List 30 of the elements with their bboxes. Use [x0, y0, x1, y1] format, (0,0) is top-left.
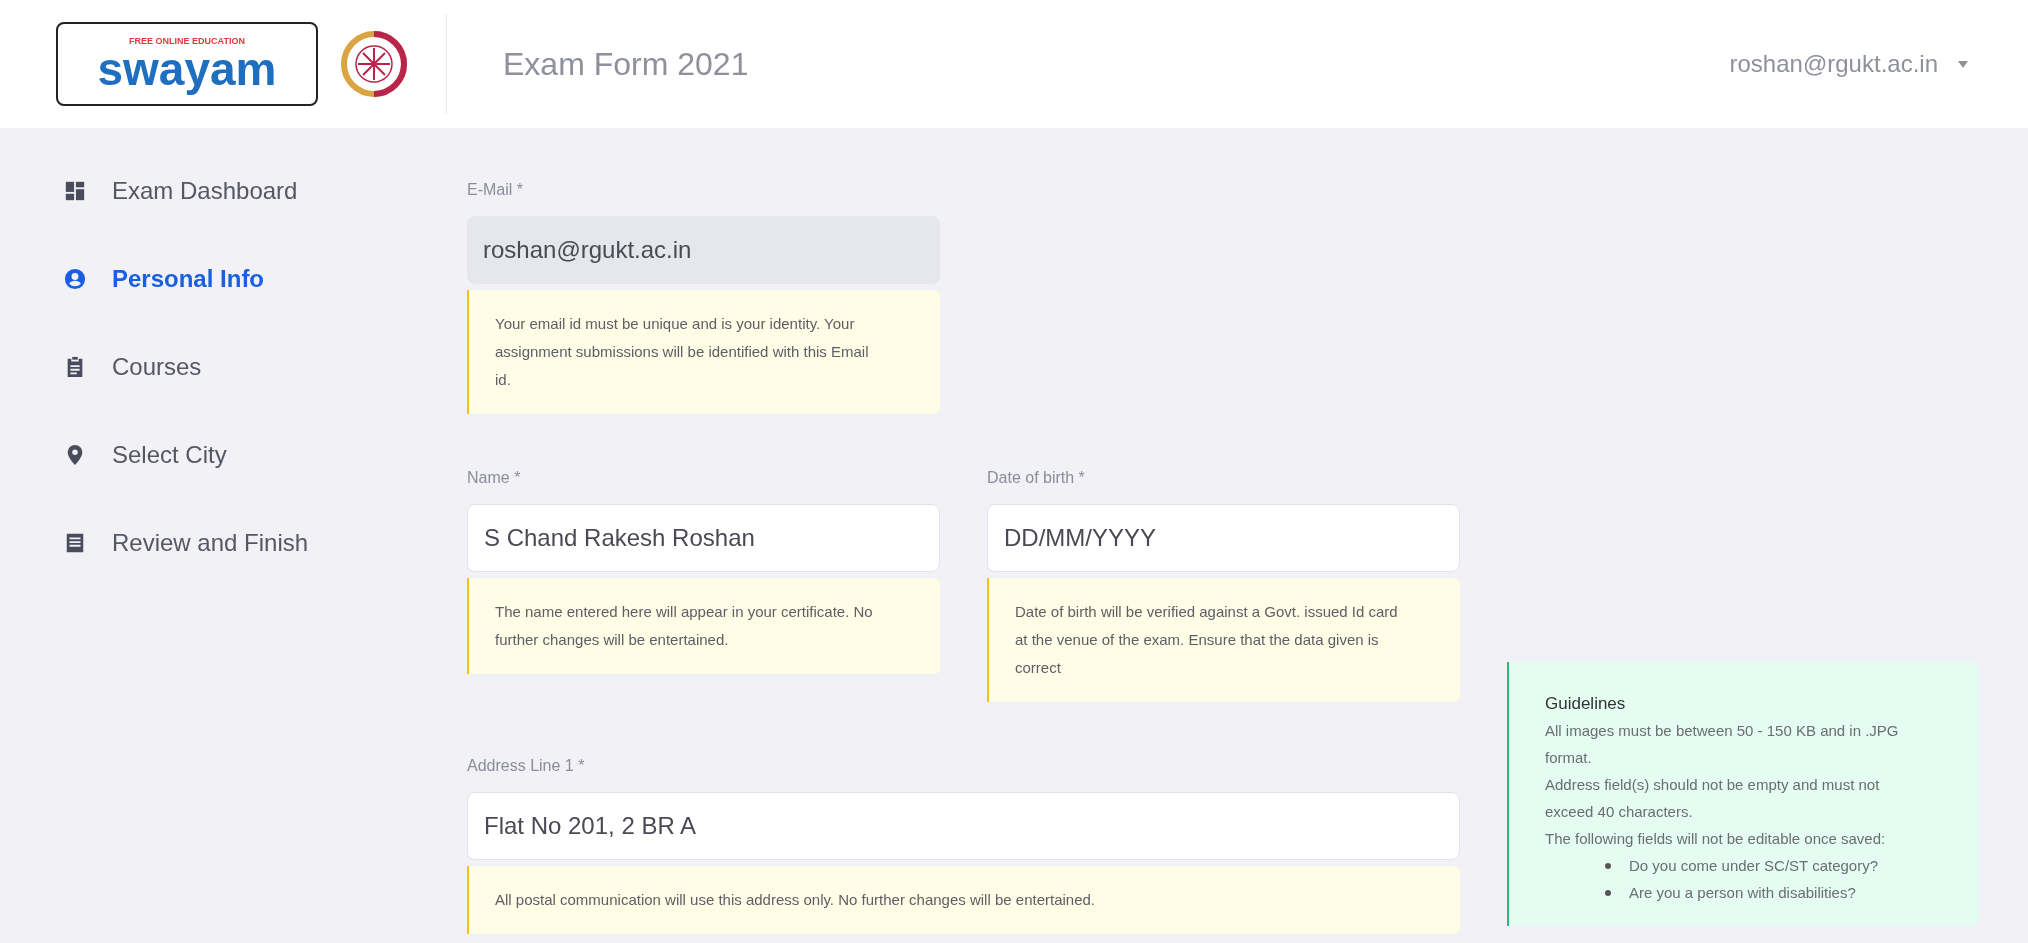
document-icon [64, 532, 86, 554]
guideline-bullet: Do you come under SC/ST category? [1629, 856, 1879, 876]
bullet-icon [1605, 862, 1611, 869]
dashboard-icon [64, 180, 86, 202]
bullet-icon [1605, 889, 1611, 896]
input-field[interactable]: S Chand Rakesh Roshan [467, 504, 940, 572]
input-field[interactable]: DD/MM/YYYY [987, 504, 1460, 572]
guideline-text: All images must be between 50 - 150 KB and in .JPG format. [1545, 721, 1899, 768]
hint-text: All postal communication will use this address only. No further changes will be entertained. [495, 890, 1097, 910]
field-label: Date of birth * [987, 468, 1086, 488]
sidebar-item[interactable]: Review and Finish [64, 520, 467, 566]
caret-icon [1958, 60, 1968, 68]
sidebar-item[interactable]: Personal Info [64, 256, 467, 302]
guideline-bullet: Are you a person with disabilities? [1629, 883, 1856, 903]
sidebar-item[interactable]: Exam Dashboard [64, 168, 467, 214]
field-label: Address Line 1 * [467, 756, 586, 776]
page-title: Exam Form 2021 [503, 45, 749, 84]
field-label: Name * [467, 468, 522, 488]
input-field[interactable]: Flat No 201, 2 BR A [467, 792, 1460, 860]
emblem-icon [340, 30, 408, 98]
field-label: E-Mail * [467, 180, 524, 200]
guidelines-title: Guidelines [1545, 693, 1627, 715]
guideline-text: The following fields will not be editable once saved: [1545, 829, 1887, 849]
hint-text: Date of birth will be verified against a Govt. issued Id card at the venue of the exam. Ensure that the data given is correct [1015, 602, 1399, 678]
hint-text: Your email id must be unique and is your identity. Your assignment submissions will be identified with this Email id. [495, 314, 870, 390]
sidebar-item[interactable]: Courses [64, 344, 467, 390]
hint-text: The name entered here will appear in your certificate. No further changes will be entertained. [495, 602, 874, 650]
sidebar-item[interactable]: Select City [64, 432, 467, 478]
logo-tagline: FREE ONLINE EDUCATION [129, 36, 245, 46]
guideline-text: Address field(s) should not be empty and must not exceed 40 characters. [1545, 775, 1881, 822]
